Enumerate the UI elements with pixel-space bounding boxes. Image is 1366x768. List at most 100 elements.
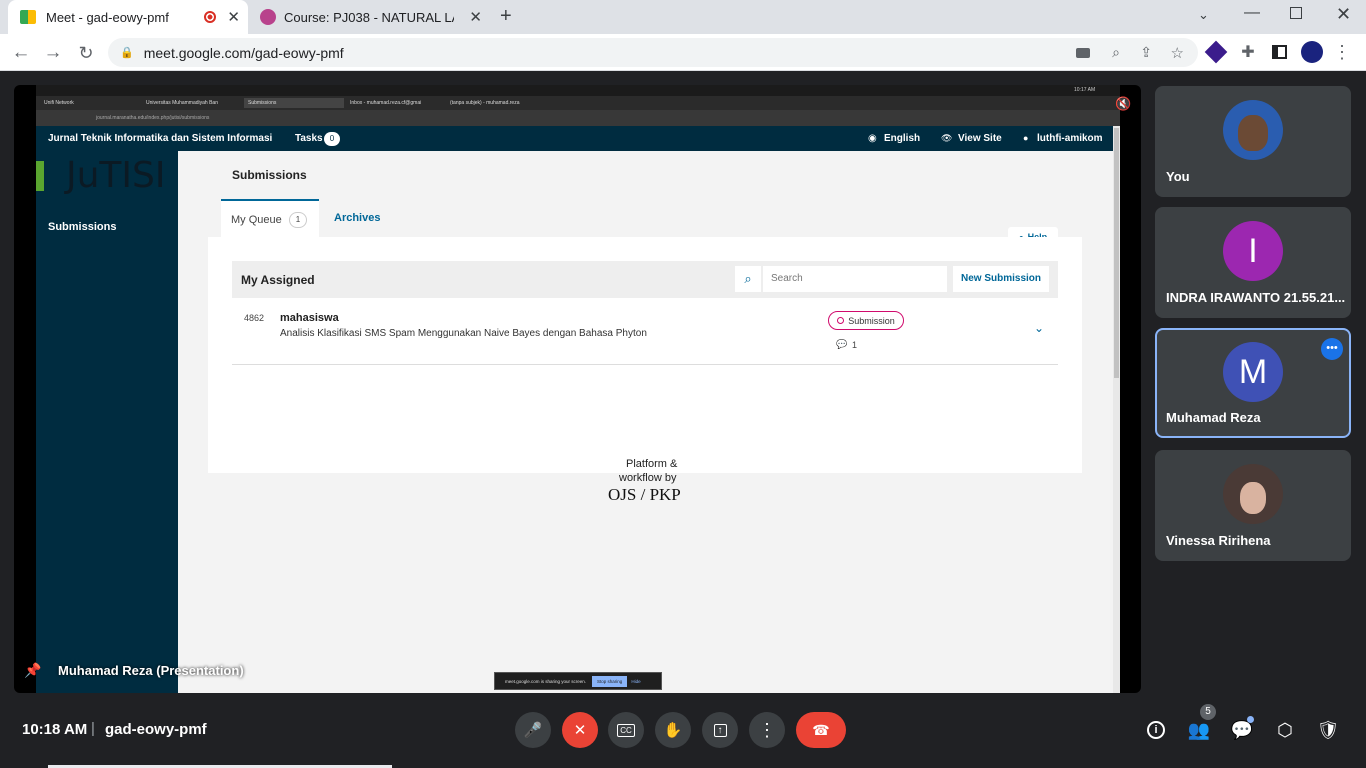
chat-unread-dot [1247, 716, 1254, 723]
zoom-icon[interactable]: ⌕ [1112, 44, 1120, 61]
avatar: M [1223, 342, 1283, 402]
tab-my-queue-label: My Queue [231, 214, 282, 226]
tab-course[interactable]: Course: PJ038 - NATURAL LANGU ✕ [250, 0, 490, 34]
captions-button[interactable]: CC [608, 712, 644, 748]
stage-badge: Submission [828, 311, 904, 330]
submissions-panel: My Assigned ⌕ Search New Submission 4862… [208, 237, 1082, 473]
end-call-icon: ☎ [812, 721, 830, 738]
submission-title[interactable]: Analisis Klasifikasi SMS Spam Menggunaka… [280, 328, 647, 339]
view-site-link[interactable]: View Site [958, 133, 1002, 144]
camera-icon[interactable] [1076, 47, 1090, 58]
present-button[interactable]: ↑ [702, 712, 738, 748]
mic-button[interactable]: 🎤 [515, 712, 551, 748]
recording-dot-icon [204, 11, 216, 23]
meeting-code[interactable]: gad-eowy-pmf [105, 721, 207, 738]
chat-button[interactable]: 💬 [1228, 716, 1256, 744]
participant-tile-reza[interactable]: M ••• Muhamad Reza [1155, 328, 1351, 438]
host-controls-button[interactable]: 🛡 [1314, 716, 1342, 744]
more-options-icon[interactable]: ••• [1321, 338, 1343, 360]
user-icon: ● [1023, 133, 1029, 143]
people-button[interactable]: 👥 5 [1185, 704, 1216, 744]
eye-icon: 👁 [941, 133, 953, 143]
globe-icon: ◉ [868, 133, 877, 144]
footer-line-1: Platform & [626, 458, 678, 470]
share-icon[interactable]: ⇪ [1140, 44, 1152, 61]
tasks-label[interactable]: Tasks [295, 133, 323, 144]
inner-tray-time: 10:17 AM [1074, 87, 1096, 93]
close-tab-icon[interactable]: ✕ [469, 8, 482, 26]
tasks-count-badge: 0 [324, 132, 340, 146]
inner-tab-strip: Unifi Network Universitas Muhammadiyah B… [36, 96, 1120, 110]
inner-scrollbar[interactable] [1113, 126, 1120, 693]
bookmark-star-icon[interactable]: ☆ [1171, 44, 1184, 62]
meeting-separator: | [91, 720, 95, 737]
tab-search-icon[interactable]: ⌄ [1198, 7, 1209, 23]
stop-sharing-button[interactable]: Stop sharing [592, 675, 628, 687]
tab-my-queue[interactable]: My Queue 1 [221, 199, 319, 237]
side-panel-icon[interactable] [1272, 45, 1287, 59]
back-icon[interactable]: ← [10, 42, 32, 64]
sidebar-item-submissions[interactable]: Submissions [48, 221, 116, 233]
new-tab-icon[interactable]: + [500, 5, 512, 28]
participant-tile-indra[interactable]: I INDRA IRAWANTO 21.55.21... [1155, 207, 1351, 318]
search-icon-button[interactable]: ⌕ [735, 266, 761, 292]
restore-icon[interactable] [1290, 7, 1302, 19]
scrollbar-thumb[interactable] [1114, 128, 1119, 378]
submission-author: mahasiswa [280, 312, 339, 324]
participant-tile-you[interactable]: You [1155, 86, 1351, 197]
expand-chevron-icon[interactable]: ⌄ [1034, 321, 1044, 335]
participant-name: INDRA IRAWANTO 21.55.21... [1166, 290, 1346, 305]
more-options-button[interactable]: ⋮ [749, 712, 785, 748]
camera-button[interactable]: ✕ [562, 712, 598, 748]
search-input[interactable]: Search [763, 266, 947, 292]
profile-avatar[interactable] [1301, 41, 1323, 63]
shield-lock-icon: 🛡 [1316, 719, 1340, 740]
inner-tab: (tanpa subjek) - muhamad.reza [450, 100, 520, 106]
more-vert-icon: ⋮ [758, 719, 776, 740]
people-icon: 👥 [1187, 719, 1211, 740]
address-bar[interactable]: 🔒 meet.google.com/gad-eowy-pmf ⌕ ⇪ ☆ [108, 38, 1198, 67]
tab-meet[interactable]: Meet - gad-eowy-pmf ✕ [8, 0, 248, 34]
stage-label: Submission [848, 315, 895, 326]
close-window-icon[interactable]: ✕ [1336, 4, 1351, 25]
activities-button[interactable]: ⬡ [1271, 716, 1299, 744]
url-text: meet.google.com/gad-eowy-pmf [143, 44, 344, 61]
present-icon: ↑ [713, 723, 727, 737]
user-menu[interactable]: luthfi-amikom [1037, 133, 1103, 144]
inner-tab: Inbox - muhamad.reza.cf@gmai [350, 100, 422, 106]
avatar [1223, 464, 1283, 524]
presenter-label: Muhamad Reza (Presentation) [58, 663, 244, 678]
ojs-main: Submissions My Queue 1 Archives ● Help M… [178, 151, 1112, 693]
activities-icon: ⬡ [1277, 719, 1293, 740]
extension-icon[interactable] [1204, 40, 1228, 64]
participant-name: Muhamad Reza [1166, 410, 1261, 425]
close-tab-icon[interactable]: ✕ [227, 8, 240, 26]
site-title[interactable]: Jurnal Teknik Informatika dan Sistem Inf… [48, 133, 272, 144]
raise-hand-button[interactable]: ✋ [655, 712, 691, 748]
forward-icon[interactable]: → [42, 42, 64, 64]
language-link[interactable]: English [884, 133, 920, 144]
stage-mic-off-icon: 🔇 [1115, 96, 1132, 111]
meeting-info-button[interactable]: i [1142, 716, 1170, 744]
puzzle-icon[interactable]: ✚ [1238, 41, 1258, 63]
pin-icon[interactable]: 📌 [24, 662, 41, 680]
leave-call-button[interactable]: ☎ [796, 712, 846, 748]
hide-button[interactable]: Hide [631, 679, 640, 684]
ojs-pkp-logo[interactable]: OJS / PKP [608, 485, 681, 505]
tab-archives[interactable]: Archives [334, 212, 380, 224]
inner-taskbar: 10:17 AM [36, 85, 1120, 96]
stage-dot-icon [837, 317, 845, 324]
tab-title: Course: PJ038 - NATURAL LANGU [284, 9, 454, 25]
participant-tile-vinessa[interactable]: Vinessa Ririhena [1155, 450, 1351, 561]
reload-icon[interactable]: ↻ [75, 42, 97, 64]
menu-kebab-icon[interactable]: ⋮ [1333, 41, 1351, 63]
comment-count: 1 [852, 340, 858, 350]
course-favicon-icon [260, 9, 276, 25]
minimize-icon[interactable]: — [1244, 4, 1260, 22]
comment-icon: 💬 [836, 339, 848, 349]
new-submission-button[interactable]: New Submission [953, 266, 1049, 292]
ojs-header: Jurnal Teknik Informatika dan Sistem Inf… [36, 126, 1120, 151]
camera-off-icon: ✕ [573, 722, 587, 739]
table-row[interactable]: 4862 mahasiswa Analisis Klasifikasi SMS … [232, 299, 1058, 365]
meeting-time: 10:18 AM [22, 721, 88, 738]
